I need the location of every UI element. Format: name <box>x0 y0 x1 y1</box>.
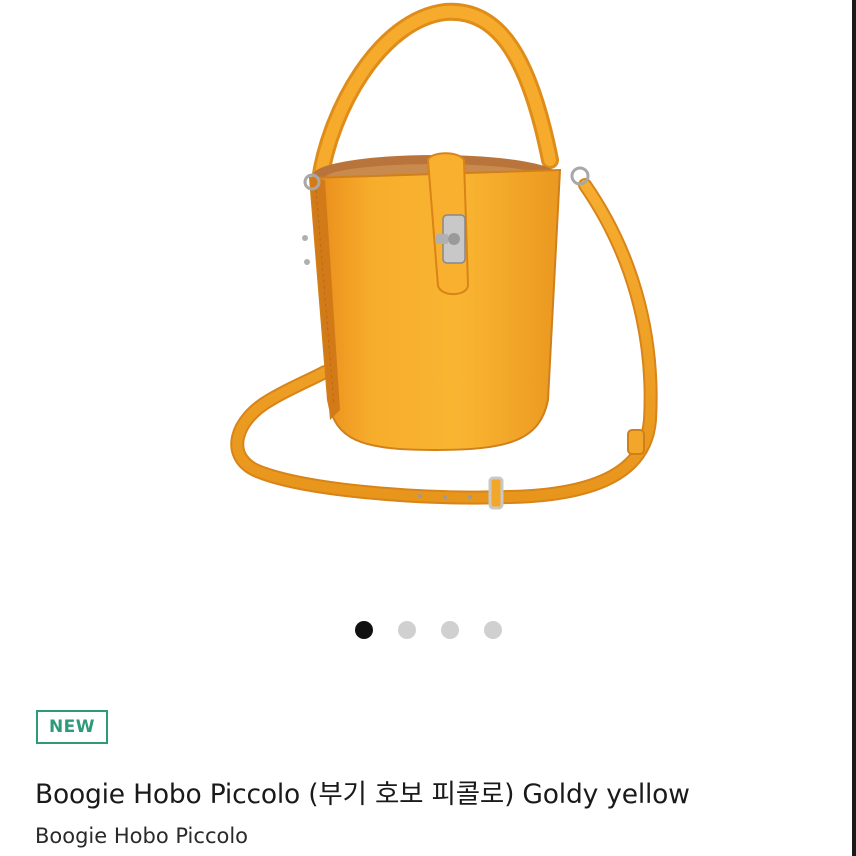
gallery-pagination <box>355 621 502 639</box>
product-page: NEW Boogie Hobo Piccolo (부기 호보 피콜로) Gold… <box>0 0 856 856</box>
product-title: Boogie Hobo Piccolo (부기 호보 피콜로) Goldy ye… <box>35 779 690 810</box>
product-image[interactable] <box>180 0 680 540</box>
window-edge <box>852 0 856 856</box>
new-badge: NEW <box>36 710 108 744</box>
product-image-gallery[interactable] <box>0 0 852 600</box>
product-subtitle: Boogie Hobo Piccolo <box>35 824 249 848</box>
gallery-dot-1[interactable] <box>355 621 373 639</box>
gallery-dot-2[interactable] <box>398 621 416 639</box>
gallery-dot-3[interactable] <box>441 621 459 639</box>
gallery-dot-4[interactable] <box>484 621 502 639</box>
